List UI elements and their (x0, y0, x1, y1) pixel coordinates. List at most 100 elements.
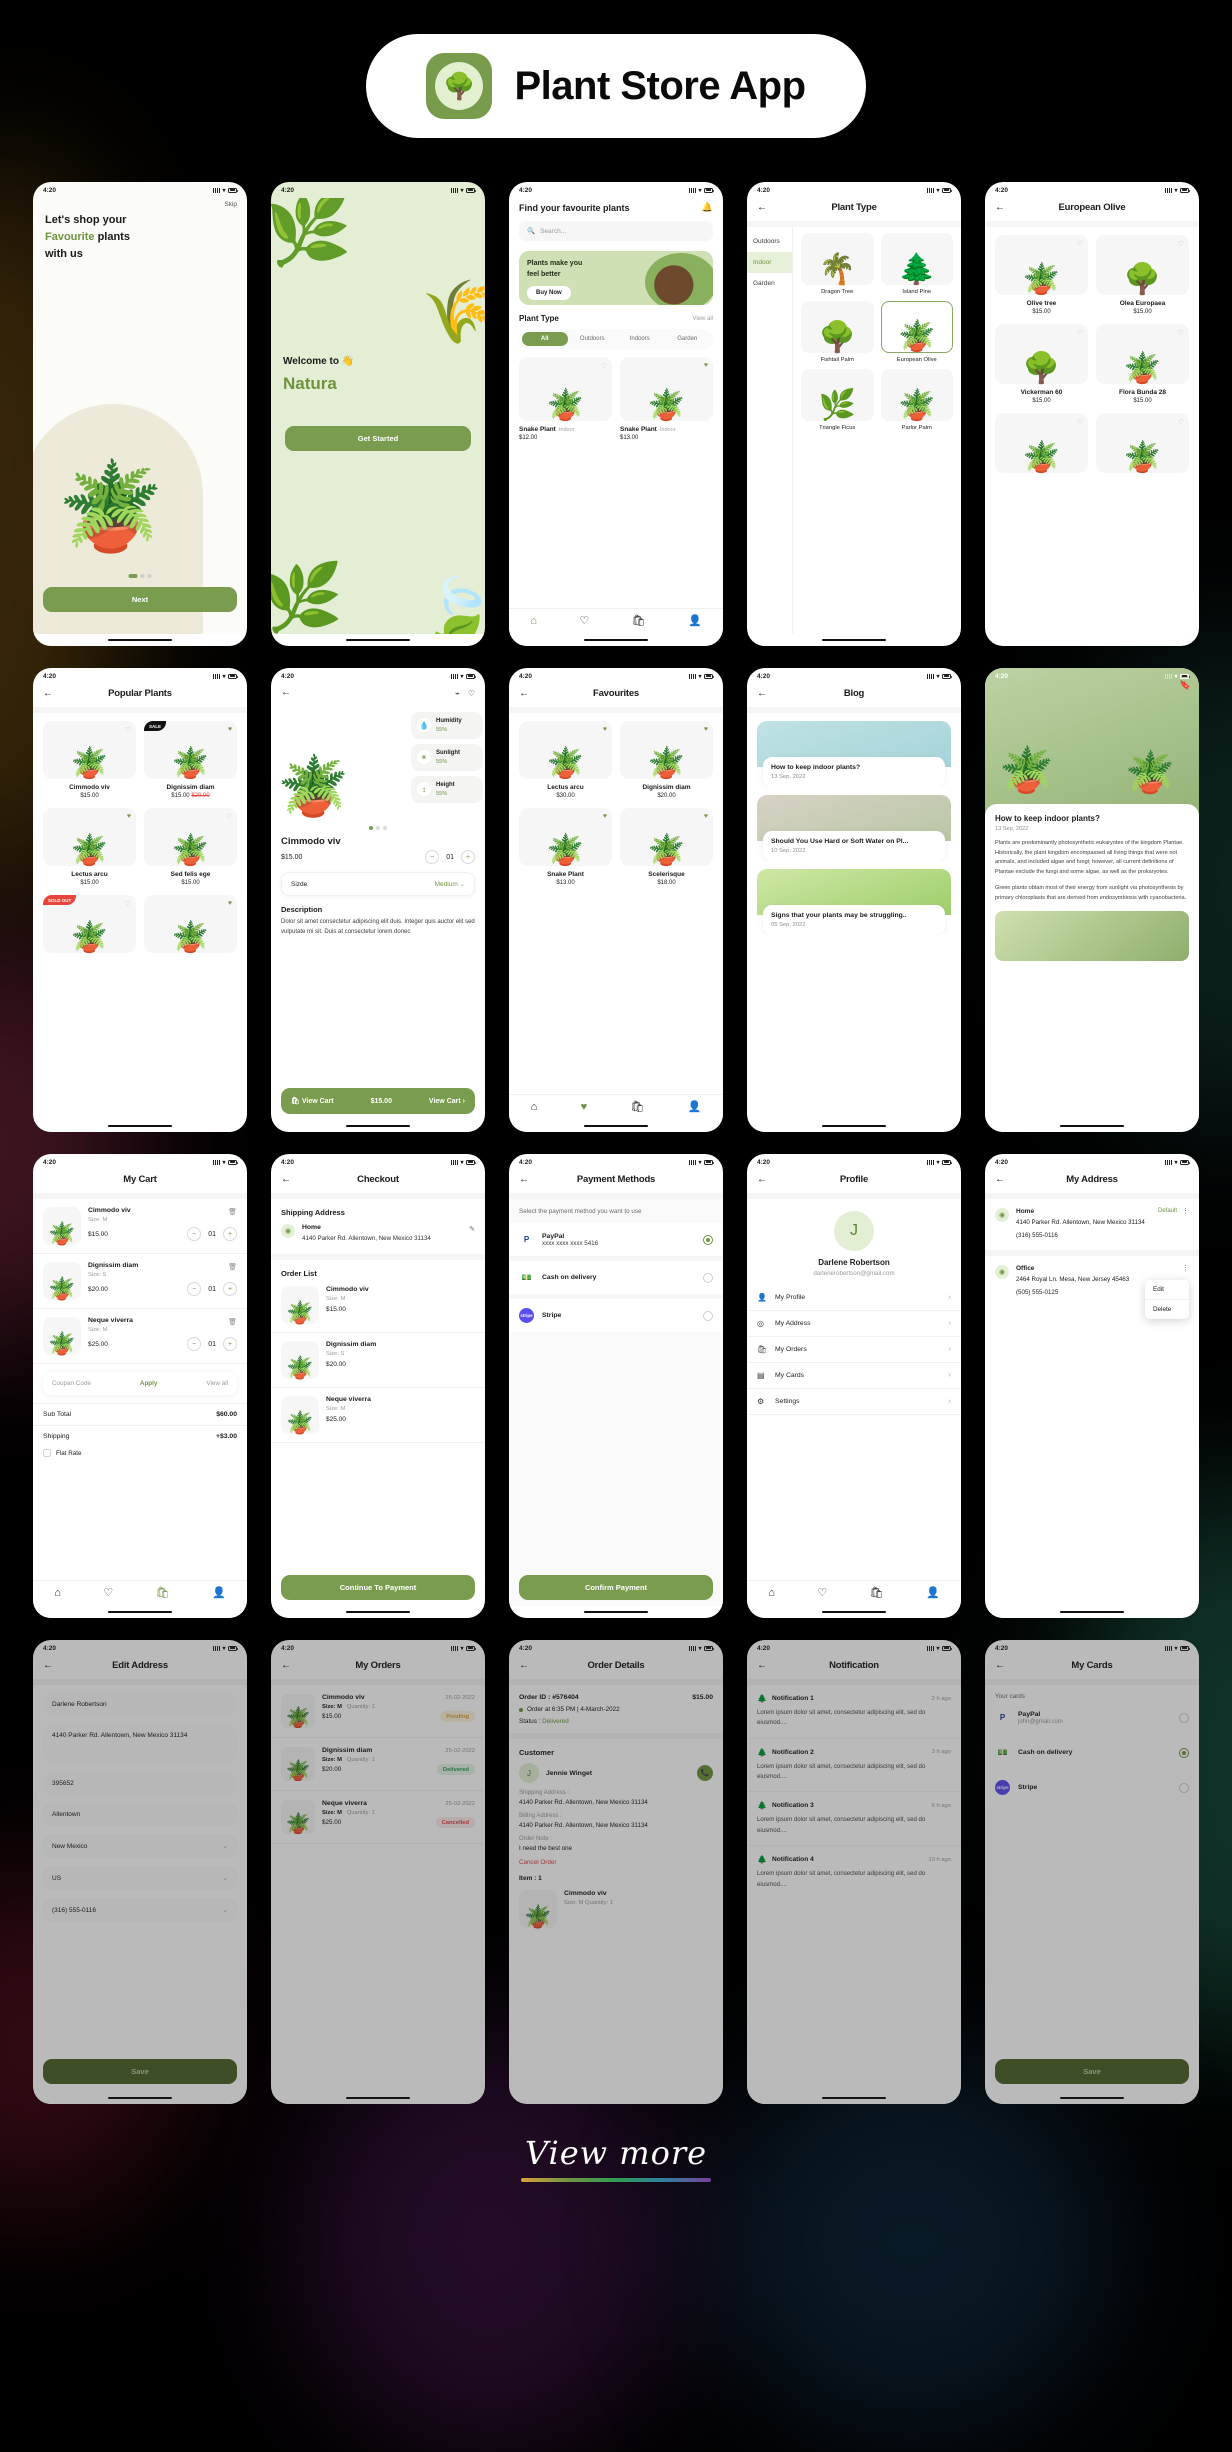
context-menu[interactable]: Edit Delete (1145, 1279, 1189, 1319)
tab-home[interactable]: ⌂ (54, 1588, 61, 1599)
tab-favourites[interactable]: ♡ (103, 1588, 113, 1599)
heart-icon[interactable]: ♥ (127, 813, 131, 820)
save-button[interactable]: Save (43, 2059, 237, 2084)
tab-home[interactable]: ⌂ (530, 616, 537, 627)
back-icon[interactable]: ← (757, 1660, 767, 1671)
menu-item-my-profile[interactable]: 👤 My Profile › (747, 1285, 961, 1311)
blog-card[interactable]: Signs that your plants may be struggling… (757, 869, 951, 935)
cancel-order-link[interactable]: Cancel Order (509, 1852, 723, 1866)
quantity-stepper[interactable]: − 01 + (425, 850, 475, 864)
city-field[interactable]: Allentown (43, 1803, 237, 1826)
category-chips[interactable]: All Outdoors Indoors Garden (519, 329, 713, 349)
tab-home[interactable]: ⌂ (531, 1102, 538, 1113)
sidebar-item-indoor[interactable]: Indoor (747, 252, 792, 273)
save-button[interactable]: Save (995, 2059, 1189, 2084)
blog-card[interactable]: Should You Use Hard or Soft Water on Pl.… (757, 795, 951, 861)
product-card[interactable]: 🪴 ♡ Cimmodo viv $15.00 (43, 721, 136, 799)
heart-icon[interactable]: ♡ (1178, 418, 1184, 426)
more-options-icon[interactable]: ⋮ (1182, 1207, 1189, 1215)
decrement-button[interactable]: − (187, 1282, 202, 1296)
heart-icon[interactable]: ♥ (603, 813, 607, 820)
radio-cash[interactable] (703, 1272, 713, 1283)
product-card[interactable]: SOLD OUT 🪴 ♡ (43, 895, 136, 953)
heart-icon[interactable]: ♡ (1077, 240, 1083, 248)
product-card[interactable]: 🪴 ♡ Flora Bunda 28 $15.00 (1096, 324, 1189, 404)
country-select[interactable]: US ⌄ (43, 1866, 237, 1890)
heart-icon[interactable]: ♥ (704, 726, 708, 733)
continue-to-payment-button[interactable]: Continue To Payment (281, 1575, 475, 1600)
address-field[interactable]: 4140 Parker Rd. Allentown, New Mexico 31… (43, 1724, 237, 1764)
heart-icon[interactable]: ♡ (1077, 329, 1083, 337)
notification-row[interactable]: 🌲 Notification 4 10 h ago Lorem ipsum dolor… (747, 1845, 961, 1899)
view-all-link[interactable]: View all (692, 316, 713, 322)
tab-profile[interactable]: 👤 (688, 1102, 702, 1113)
payment-method-paypal[interactable]: P PayPal xxxx xxxx xxxx 5416 (509, 1223, 723, 1256)
bottom-tab-bar[interactable]: ⌂ ♡ 🛍 👤 (509, 608, 723, 634)
product-card[interactable]: 🪴 ♡ (1096, 413, 1189, 473)
heart-icon[interactable]: ♡ (125, 900, 131, 908)
blog-card[interactable]: How to keep indoor plants? 13 Sep, 2022 (757, 721, 951, 787)
plant-type-cell[interactable]: 🌳 Fishtail Palm (801, 301, 874, 363)
delete-icon[interactable]: 🗑 (228, 1208, 237, 1216)
menu-item-my-address[interactable]: ◎ My Address › (747, 1311, 961, 1337)
state-select[interactable]: New Mexico ⌄ (43, 1834, 237, 1858)
heart-icon[interactable]: ♥ (228, 900, 232, 907)
radio-stripe[interactable] (1179, 1782, 1189, 1793)
notification-row[interactable]: 🌲 Notification 3 6 h ago Lorem ipsum dolor … (747, 1791, 961, 1845)
tab-favourites[interactable]: ♡ (817, 1588, 827, 1599)
quantity-stepper[interactable]: −01 + (187, 1227, 237, 1241)
decrement-button[interactable]: − (187, 1227, 202, 1241)
view-more-label[interactable]: View more (0, 2134, 1232, 2172)
apply-button[interactable]: Apply (140, 1380, 158, 1387)
chip-outdoors[interactable]: Outdoors (570, 332, 616, 346)
tab-favourites[interactable]: ♥ (581, 1102, 588, 1113)
quantity-stepper[interactable]: −01 + (187, 1282, 237, 1296)
product-card[interactable]: 🌳 ♡ Olea Europaea $15.00 (1096, 235, 1189, 315)
menu-item-edit[interactable]: Edit (1145, 1280, 1189, 1299)
back-icon[interactable]: ← (757, 688, 767, 699)
payment-method-stripe[interactable]: stripe Stripe (509, 1299, 723, 1332)
back-icon[interactable]: ← (995, 1174, 1005, 1185)
radio-paypal[interactable] (1179, 1712, 1189, 1723)
chip-all[interactable]: All (522, 332, 568, 346)
quantity-stepper[interactable]: −01 + (187, 1337, 237, 1351)
payment-method-cash[interactable]: 💵 Cash on delivery (509, 1261, 723, 1294)
tab-home[interactable]: ⌂ (768, 1588, 775, 1599)
order-row[interactable]: 🪴 Cimmodo viv Size: M Quantity: 1 $15.00… (271, 1685, 485, 1738)
bottom-tab-bar[interactable]: ⌂ ♥ 🛍 👤 (509, 1094, 723, 1120)
product-card[interactable]: 🪴 ♥ Snake Plant $13.00 (519, 808, 612, 886)
back-icon[interactable]: ← (281, 1660, 291, 1671)
product-card[interactable]: 🪴 ♡ Sed felis ege $15.00 (144, 808, 237, 886)
heart-icon[interactable]: ♥ (228, 726, 232, 733)
get-started-button[interactable]: Get Started (285, 426, 471, 451)
tab-cart[interactable]: 🛍 (632, 616, 646, 627)
plant-type-cell[interactable]: 🌴 Dragon Tree (801, 233, 874, 295)
product-card[interactable]: 🪴 ♥ Scelerisque $18.00 (620, 808, 713, 886)
heart-icon[interactable]: ♡ (226, 813, 232, 821)
back-icon[interactable]: ← (995, 1660, 1005, 1671)
card-row-cash[interactable]: 💵 Cash on delivery (985, 1735, 1199, 1770)
back-icon[interactable]: ← (757, 1174, 767, 1185)
menu-item-my-cards[interactable]: ▤ My Cards › (747, 1363, 961, 1389)
notification-row[interactable]: 🌲 Notification 1 2 h ago Lorem ipsum dolor … (747, 1685, 961, 1738)
back-icon[interactable]: ← (281, 1174, 291, 1185)
view-all-link[interactable]: View all (206, 1380, 228, 1387)
back-icon[interactable]: ← (519, 1660, 529, 1671)
tab-cart[interactable]: 🛍 (630, 1102, 644, 1113)
page-dots[interactable] (128, 574, 152, 578)
next-button[interactable]: Next (43, 587, 237, 612)
back-icon[interactable]: ← (519, 688, 529, 699)
chip-indoors[interactable]: Indoors (617, 332, 663, 346)
tab-cart[interactable]: 🛍 (156, 1588, 170, 1599)
zip-field[interactable]: 395652 (43, 1772, 237, 1795)
heart-icon[interactable]: ♥ (704, 362, 708, 369)
size-select[interactable]: Sizde Medium ⌄ (281, 872, 475, 896)
delete-icon[interactable]: 🗑 (228, 1263, 237, 1271)
flat-rate-checkbox[interactable]: Flat Rate (33, 1447, 247, 1463)
name-field[interactable]: Darlene Robertson (43, 1693, 237, 1716)
bottom-tab-bar[interactable]: ⌂ ♡ 🛍 👤 (747, 1580, 961, 1606)
plant-type-cell[interactable]: 🪴 Parlor Palm (880, 369, 953, 431)
back-icon[interactable]: ← (995, 202, 1005, 213)
radio-stripe[interactable] (703, 1310, 713, 1321)
back-icon[interactable]: ← (43, 688, 53, 699)
